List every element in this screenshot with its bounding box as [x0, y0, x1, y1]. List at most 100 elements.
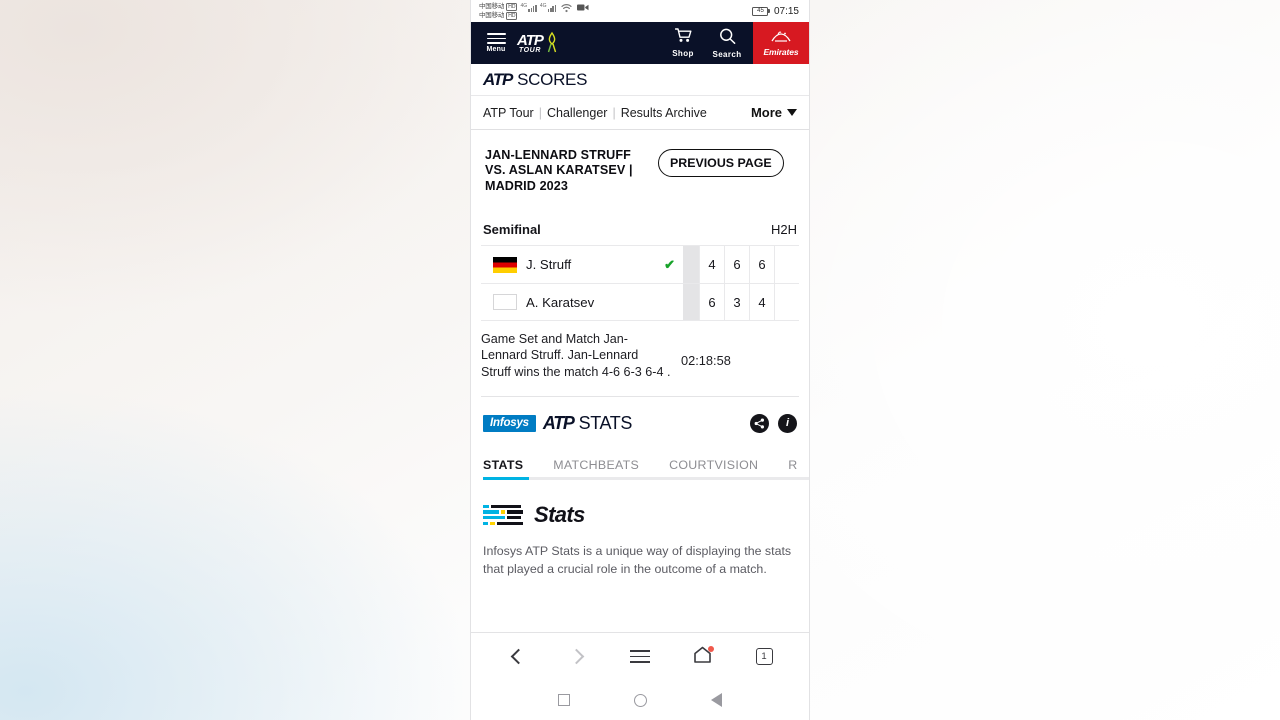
more-dropdown[interactable]: More — [751, 105, 797, 120]
android-system-nav — [471, 680, 809, 720]
infosys-stats-header: Infosys ATP STATS i — [471, 397, 809, 444]
subnav-item-results-archive[interactable]: Results Archive — [621, 106, 707, 120]
battery-level: 45 — [752, 6, 769, 16]
menu-button-label: Menu — [486, 45, 506, 53]
tab-count-badge: 1 — [755, 648, 773, 665]
set-score-2: 3 — [724, 284, 749, 321]
match-duration: 02:18:58 — [681, 353, 731, 369]
menu-button[interactable]: Menu — [481, 33, 511, 53]
info-glyph: i — [785, 416, 790, 429]
table-row[interactable]: A. Karatsev 6 3 4 — [481, 283, 799, 322]
wifi-icon — [561, 3, 572, 15]
set-score-1: 6 — [699, 284, 724, 321]
stats-header-actions: i — [750, 413, 797, 433]
match-title: JAN-LENNARD STRUFF VS. ASLAN KARATSEV | … — [485, 148, 633, 193]
network-type-2: 4G — [539, 2, 547, 9]
stats-logo-word: Stats — [534, 501, 585, 527]
check-icon-placeholder — [675, 284, 683, 320]
status-bar-clock: 07:15 — [773, 5, 799, 17]
hamburger-icon — [486, 33, 506, 44]
subnav-item-atp-tour[interactable]: ATP Tour — [483, 106, 534, 120]
tab-underline-track — [483, 476, 809, 480]
stats-panel: Stats Infosys ATP Stats is a unique way … — [471, 486, 809, 578]
tab-courtvision[interactable]: COURTVISION — [669, 458, 758, 486]
emirates-label: Emirates — [763, 46, 799, 57]
tab-stats[interactable]: STATS — [483, 458, 523, 486]
set-score-4 — [774, 284, 799, 321]
emirates-sponsor-badge[interactable]: Emirates — [753, 22, 809, 64]
info-icon[interactable]: i — [778, 413, 797, 433]
scores-sub-nav: ATP Tour | Challenger | Results Archive … — [471, 96, 809, 130]
page-title: SCORES — [517, 69, 588, 89]
round-label: Semifinal — [483, 222, 541, 238]
status-bar: 中国移动 HD 中国移动 HD 4G 4G 45 07:15 — [471, 0, 809, 22]
circle-icon[interactable] — [634, 693, 647, 707]
page-content: ATP SCORES ATP Tour | Challenger | Resul… — [471, 64, 809, 632]
carrier-name-1: 中国移动 — [479, 2, 505, 10]
emirates-arabic-logo — [770, 30, 792, 46]
browser-home-button[interactable] — [685, 640, 719, 674]
atp-top-nav: Menu ATP TOUR Shop Search Emirates — [471, 22, 809, 64]
sim-indicators: 中国移动 HD 中国移动 HD — [479, 2, 518, 20]
set-score-2: 6 — [724, 246, 749, 284]
browser-menu-button[interactable] — [623, 640, 657, 674]
video-camera-icon — [577, 3, 589, 14]
set-score-3: 6 — [749, 246, 774, 284]
tab-matchbeats[interactable]: MATCHBEATS — [553, 458, 639, 486]
network-type-1: 4G — [520, 2, 528, 9]
player-name[interactable]: J. Struff — [526, 257, 571, 272]
stats-header-brand: ATP — [542, 412, 575, 433]
signal-group-2: 4G — [539, 2, 557, 12]
sim-row-1: 中国移动 HD — [479, 2, 518, 11]
home-notification-badge — [708, 645, 714, 652]
set-score-3: 4 — [749, 284, 774, 321]
signal-bars-icon-2 — [547, 3, 557, 12]
browser-bottom-bar: 1 — [471, 632, 809, 680]
triangle-back-icon[interactable] — [711, 693, 722, 707]
signal-bars-icon-1 — [528, 3, 537, 12]
browser-forward-button[interactable] — [561, 640, 595, 674]
status-bar-left: 中国移动 HD 中国移动 HD 4G 4G — [479, 2, 589, 20]
more-dropdown-label: More — [750, 105, 782, 120]
player-name[interactable]: A. Karatsev — [526, 295, 594, 310]
stats-description: Infosys ATP Stats is a unique way of dis… — [483, 543, 792, 576]
set-score-4 — [774, 246, 799, 284]
subnav-separator-2: | — [612, 105, 616, 120]
chevron-down-icon — [787, 109, 797, 116]
browser-back-button[interactable] — [499, 640, 533, 674]
shop-button[interactable]: Shop — [661, 22, 705, 64]
chevron-right-icon — [568, 648, 584, 665]
hd-badge-2: HD — [506, 11, 518, 20]
previous-page-button[interactable]: PREVIOUS PAGE — [658, 149, 784, 177]
top-nav-actions: Shop Search Emirates — [661, 22, 809, 64]
search-button-label: Search — [712, 49, 742, 59]
set-scores: 4 6 6 — [699, 246, 799, 284]
set-scores: 6 3 4 — [699, 284, 799, 321]
share-icon[interactable] — [750, 413, 769, 433]
set-score-1: 4 — [699, 246, 724, 284]
atp-tour-logo[interactable]: ATP TOUR — [517, 31, 558, 55]
player-cell: J. Struff — [481, 246, 664, 283]
score-divider-column — [683, 284, 699, 321]
table-row[interactable]: J. Struff ✔ 4 6 6 — [481, 245, 799, 284]
scoreboard-round-row: Semifinal H2H — [481, 222, 799, 245]
hamburger-icon — [630, 649, 650, 664]
h2h-link[interactable]: H2H — [771, 222, 797, 237]
sim-row-2: 中国移动 HD — [479, 11, 518, 20]
tab-rally[interactable]: R — [788, 458, 797, 486]
score-divider-column — [683, 246, 699, 284]
shop-button-label: Shop — [672, 49, 694, 58]
search-icon — [719, 28, 736, 49]
atp-wordmark: ATP TOUR — [517, 31, 544, 54]
search-button[interactable]: Search — [705, 22, 749, 64]
battery-cap — [768, 9, 770, 13]
ribbon-icon — [546, 31, 558, 55]
atp-logo-main: ATP — [517, 31, 544, 49]
signal-group-1: 4G — [520, 2, 537, 12]
browser-tabs-button[interactable]: 1 — [747, 640, 781, 674]
subnav-item-challenger[interactable]: Challenger — [547, 106, 607, 120]
player-cell: A. Karatsev — [481, 284, 675, 320]
scoreboard: Semifinal H2H J. Struff ✔ 4 6 6 A. Karat… — [471, 222, 809, 322]
scores-header-brand: ATP — [483, 69, 513, 89]
square-icon[interactable] — [558, 694, 570, 706]
